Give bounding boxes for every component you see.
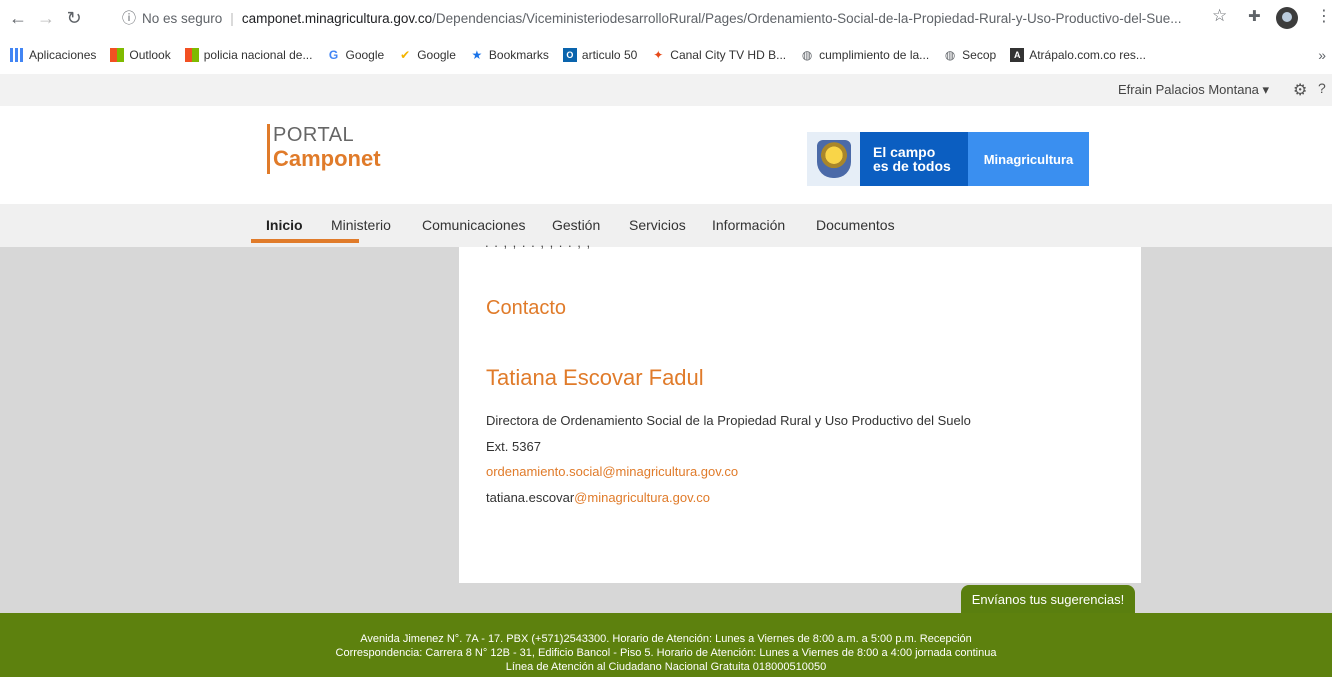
- bookmark-item[interactable]: Outlook: [110, 48, 171, 62]
- contact-role: Directora de Ordenamiento Social de la P…: [486, 413, 971, 428]
- check-icon: ✔: [400, 48, 411, 62]
- logo-line1: PORTAL: [273, 124, 355, 146]
- contact-email-link[interactable]: ordenamiento.social@minagricultura.gov.c…: [486, 464, 738, 479]
- nav-ministerio[interactable]: Ministerio: [331, 217, 391, 233]
- nav-informacion[interactable]: Información: [712, 217, 785, 233]
- bookmark-item[interactable]: Aplicaciones: [10, 48, 96, 62]
- microsoft-icon: [110, 48, 125, 62]
- microsoft-icon: [184, 48, 199, 62]
- reload-button[interactable]: ↻: [60, 4, 88, 32]
- minagricultura-label: Minagricultura: [968, 132, 1089, 186]
- nav-servicios[interactable]: Servicios: [629, 217, 686, 233]
- url-path: /Dependencias/ViceministeriodesarrolloRu…: [432, 10, 1182, 26]
- bookmark-item[interactable]: ◍ Secop: [943, 48, 996, 62]
- portal-logo[interactable]: PORTAL Camponet: [267, 124, 381, 174]
- bookmark-item[interactable]: ★ Bookmarks: [470, 48, 549, 62]
- bookmark-item[interactable]: Oarticulo 50: [562, 48, 637, 62]
- bookmark-item[interactable]: A Atrápalo.com.co res...: [1010, 48, 1146, 62]
- extensions-icon[interactable]: ✚: [1248, 7, 1261, 25]
- bookmark-item[interactable]: ◍ cumplimiento de la...: [800, 48, 929, 62]
- address-bar[interactable]: ⓘ No es seguro | camponet.minagricultura…: [122, 4, 1234, 32]
- site-top-bar: Efrain Palacios Montana ▾ ⚙ ?: [0, 74, 1332, 106]
- contact-name: Tatiana Escovar Fadul: [486, 365, 704, 390]
- apps-icon: [10, 48, 24, 62]
- contact-extension: Ext. 5367: [486, 439, 541, 454]
- help-icon[interactable]: ?: [1318, 80, 1326, 96]
- suggestions-button[interactable]: Envíanos tus sugerencias!: [961, 585, 1135, 613]
- section-title: Contacto: [486, 297, 567, 319]
- profile-avatar[interactable]: [1276, 7, 1298, 29]
- bookmark-star-icon[interactable]: ☆: [1212, 6, 1227, 26]
- outlook-icon: O: [562, 48, 577, 62]
- more-bookmarks-icon[interactable]: »: [1318, 47, 1326, 63]
- contact-email2[interactable]: tatiana.escovar@minagricultura.gov.co: [486, 490, 710, 505]
- back-button[interactable]: ←: [4, 4, 32, 32]
- nav-comunicaciones[interactable]: Comunicaciones: [422, 217, 526, 233]
- site-footer: Avenida Jimenez N°. 7A - 17. PBX (+571)2…: [0, 613, 1332, 677]
- browser-menu-icon[interactable]: ⋮: [1316, 6, 1332, 26]
- logo-line2: Camponet: [273, 146, 381, 171]
- star-icon: ★: [471, 48, 483, 62]
- url-host: camponet.minagricultura.gov.co: [241, 10, 433, 26]
- campo-slogan: El campo es de todos: [860, 132, 968, 186]
- bookmarks-bar: Aplicaciones Outlook policia nacional de…: [0, 36, 1332, 74]
- gov-banner[interactable]: El campo es de todos Minagricultura: [807, 132, 1089, 186]
- globe-icon: ◍: [801, 48, 813, 62]
- bookmark-item[interactable]: G Google: [326, 48, 384, 62]
- footer-line1: Avenida Jimenez N°. 7A - 17. PBX (+571)2…: [360, 633, 972, 645]
- canal-icon: ✦: [653, 48, 664, 62]
- footer-line3: Línea de Atención al Ciudadano Nacional …: [505, 661, 827, 673]
- footer-line2: Correspondencia: Carrera 8 N° 12B - 31, …: [335, 647, 997, 659]
- clipped-text: . . , , . . , , . . , ,: [485, 241, 592, 250]
- content-card: . . , , . . , , . . , , Contacto Tatiana…: [459, 241, 1141, 583]
- address-separator: |: [230, 10, 234, 26]
- active-nav-indicator: [251, 239, 359, 243]
- nav-gestion[interactable]: Gestión: [552, 217, 600, 233]
- coat-of-arms-icon: [807, 132, 860, 186]
- bookmark-item[interactable]: ✔ Google: [398, 48, 456, 62]
- google-icon: G: [328, 48, 339, 62]
- security-status: No es seguro: [142, 10, 223, 26]
- site-header: PORTAL Camponet El campo es de todos Min…: [0, 106, 1332, 204]
- info-icon[interactable]: ⓘ: [122, 8, 136, 28]
- nav-documentos[interactable]: Documentos: [816, 217, 895, 233]
- user-menu[interactable]: Efrain Palacios Montana ▾: [1118, 82, 1269, 98]
- browser-toolbar: ← → ↻ ⓘ No es seguro | camponet.minagric…: [0, 0, 1332, 36]
- globe-icon: ◍: [944, 48, 956, 62]
- atrapalo-icon: A: [1010, 48, 1025, 62]
- gear-icon[interactable]: ⚙: [1293, 80, 1307, 100]
- bookmark-item[interactable]: policia nacional de...: [184, 48, 312, 62]
- nav-inicio[interactable]: Inicio: [266, 217, 303, 233]
- bookmark-item[interactable]: ✦ Canal City TV HD B...: [651, 48, 786, 62]
- forward-button[interactable]: →: [32, 4, 60, 32]
